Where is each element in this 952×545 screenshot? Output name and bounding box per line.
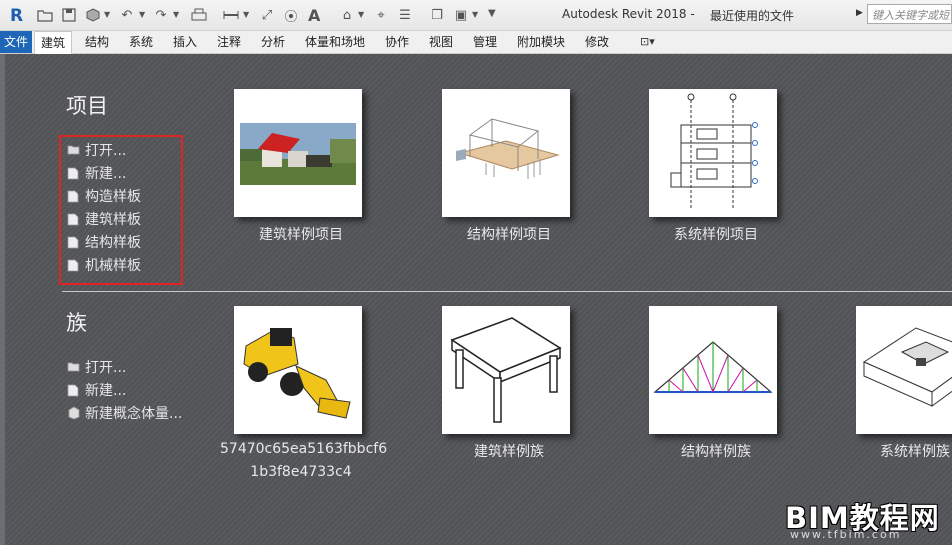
tab-add-ins[interactable]: 附加模块	[517, 31, 565, 53]
architectural-sample-project-caption[interactable]: 建筑样例项目	[234, 224, 368, 244]
tab-analyze[interactable]: 分析	[261, 31, 285, 53]
systems-sample-project-thumbnail[interactable]	[649, 89, 777, 217]
switch-windows-icon[interactable]: ▣	[452, 6, 470, 24]
app-title: Autodesk Revit 2018 -	[562, 7, 695, 21]
3d-view-icon[interactable]: ⌂	[338, 6, 356, 24]
print-icon[interactable]	[190, 6, 208, 24]
tab-collaborate[interactable]: 协作	[385, 31, 409, 53]
structural-sample-family-caption[interactable]: 结构样例族	[649, 441, 783, 461]
tab-view[interactable]: 视图	[429, 31, 453, 53]
undo-dropdown-icon[interactable]: ▼	[139, 10, 145, 19]
sync-dropdown-icon[interactable]: ▼	[104, 10, 110, 19]
document-title: 最近使用的文件	[710, 9, 795, 23]
systems-sample-family-thumbnail[interactable]	[856, 306, 952, 434]
measure-dropdown-icon[interactable]: ▼	[243, 10, 249, 19]
measure-icon[interactable]	[222, 6, 240, 24]
redo-icon[interactable]: ↷	[152, 6, 170, 24]
link-label: 打开...	[85, 360, 127, 376]
architectural-sample-family-caption[interactable]: 建筑样例族	[442, 441, 576, 461]
loader-vehicle-icon	[243, 328, 351, 419]
document-icon	[67, 383, 81, 397]
architectural-sample-family-thumbnail[interactable]	[442, 306, 570, 434]
systems-sample-family-caption[interactable]: 系统样例族	[880, 441, 952, 461]
watermark-url: www.tfbim.com	[790, 528, 902, 541]
structural-sample-family-thumbnail[interactable]	[649, 306, 777, 434]
projects-title: 项目	[66, 94, 108, 118]
thin-lines-icon[interactable]: ☰	[396, 6, 414, 24]
open-icon[interactable]	[36, 6, 54, 24]
folder-open-icon	[67, 360, 81, 374]
search-input[interactable]: 键入关键字或短语	[867, 4, 952, 24]
house-render-icon	[240, 123, 356, 185]
structure-frame-icon	[456, 118, 560, 179]
sync-icon[interactable]	[84, 6, 102, 24]
new-conceptual-mass-link[interactable]: 新建概念体量...	[67, 403, 182, 423]
family-new-link[interactable]: 新建...	[67, 380, 126, 400]
families-title: 族	[66, 311, 87, 335]
structural-sample-project-thumbnail[interactable]	[442, 89, 570, 217]
search-placeholder: 键入关键字或短语	[872, 9, 952, 22]
tab-structure[interactable]: 结构	[85, 31, 109, 53]
svg-text:R: R	[10, 6, 23, 24]
link-label: 新建概念体量...	[85, 406, 183, 422]
recent-files-page: 项目 打开... 新建... 构造样板 建筑样板 结构样板 机械样板 建筑样例项…	[0, 54, 952, 545]
save-icon[interactable]	[60, 6, 78, 24]
systems-sample-project-caption[interactable]: 系统样例项目	[649, 224, 783, 244]
ribbon-options-icon[interactable]: ⊡▾	[640, 35, 655, 48]
section-divider	[62, 291, 952, 292]
family-open-link[interactable]: 打开...	[67, 357, 126, 377]
structural-sample-project-caption[interactable]: 结构样例项目	[442, 224, 576, 244]
ribbon-tabs: 文件 建筑 结构 系统 插入 注释 分析 体量和场地 协作 视图 管理 附加模块…	[0, 31, 952, 54]
search-expand-icon[interactable]: ▶	[856, 8, 863, 18]
revit-logo-icon[interactable]: R	[8, 6, 26, 24]
dimension-icon[interactable]: ⤢	[258, 6, 276, 24]
quick-access-toolbar: R ▼ ↶ ▼ ↷ ▼ ▼ ⤢ ⦿ A ⌂ ▼ ⌖ ☰ ❐ ▣ ▼ ▼ Auto…	[0, 0, 952, 31]
tab-massing-site[interactable]: 体量和场地	[305, 31, 365, 53]
tab-annotate[interactable]: 注释	[217, 31, 241, 53]
tab-file[interactable]: 文件	[0, 31, 33, 53]
highlight-box	[59, 135, 183, 285]
customize-toolbar-icon[interactable]: ▼	[488, 8, 496, 19]
loader-family-caption-line2[interactable]: 1b3f8e4733c4	[220, 464, 382, 480]
table-icon	[450, 317, 562, 423]
box-fixture-icon	[862, 327, 952, 407]
mass-cube-icon	[67, 406, 81, 420]
switch-windows-dropdown-icon[interactable]: ▼	[472, 10, 478, 19]
systems-drawing-icon	[670, 93, 758, 209]
tab-insert[interactable]: 插入	[173, 31, 197, 53]
left-edge	[0, 54, 5, 545]
undo-icon[interactable]: ↶	[118, 6, 136, 24]
text-icon[interactable]: A	[306, 6, 324, 24]
svg-text:A: A	[308, 7, 321, 23]
loader-family-caption-line1[interactable]: 57470c65ea5163fbbcf6	[220, 441, 387, 457]
link-label: 新建...	[85, 383, 127, 399]
close-hidden-icon[interactable]: ❐	[428, 6, 446, 24]
loader-family-thumbnail[interactable]	[234, 306, 362, 434]
section-icon[interactable]: ⌖	[372, 6, 390, 24]
tab-architecture[interactable]: 建筑	[34, 31, 73, 54]
redo-dropdown-icon[interactable]: ▼	[173, 10, 179, 19]
tag-icon[interactable]: ⦿	[282, 6, 300, 25]
truss-icon	[653, 341, 773, 393]
3d-view-dropdown-icon[interactable]: ▼	[358, 10, 364, 19]
tab-manage[interactable]: 管理	[473, 31, 497, 53]
tab-modify[interactable]: 修改	[585, 31, 609, 53]
tab-systems[interactable]: 系统	[129, 31, 153, 53]
architectural-sample-project-thumbnail[interactable]	[234, 89, 362, 217]
